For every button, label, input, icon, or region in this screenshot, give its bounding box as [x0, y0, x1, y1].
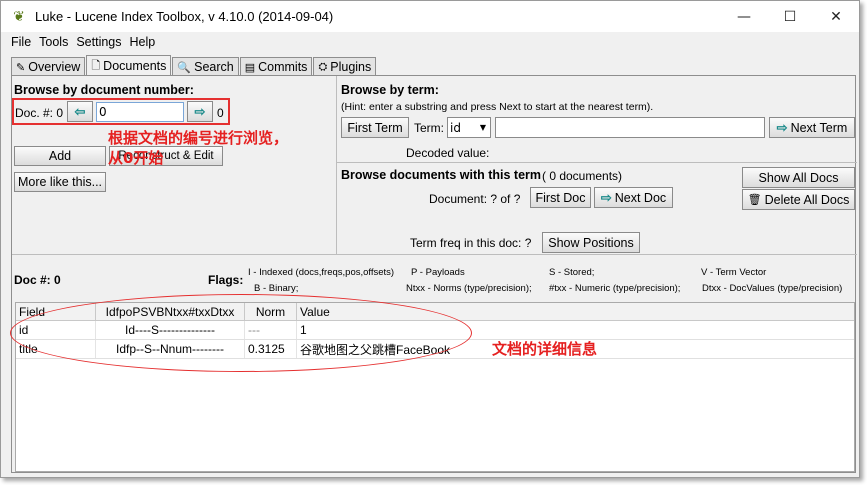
- flag-term-vector: V - Term Vector: [701, 267, 767, 278]
- pencil-icon: ✎: [16, 61, 26, 74]
- window-title: Luke - Lucene Index Toolbox, v 4.10.0 (2…: [35, 9, 334, 24]
- more-like-this-button[interactable]: More like this...: [14, 172, 106, 192]
- doc-info-number: Doc #: 0: [14, 273, 61, 287]
- next-term-button[interactable]: ⇨ Next Term: [769, 117, 855, 138]
- tab-commits[interactable]: ▤ Commits: [239, 57, 313, 76]
- luke-app-icon: ❦: [13, 8, 25, 25]
- show-positions-button[interactable]: Show Positions: [542, 232, 640, 253]
- term-freq-label: Term freq in this doc: ?: [410, 236, 532, 250]
- chevron-down-icon: ▼: [479, 123, 486, 132]
- fields-annotation: 文档的详细信息: [492, 340, 598, 358]
- tab-label: Commits: [258, 60, 308, 74]
- doc-number-input[interactable]: 0: [96, 102, 184, 122]
- term-hint: (Hint: enter a substring and press Next …: [341, 101, 654, 113]
- arrow-right-icon: ⇨: [776, 119, 788, 135]
- first-doc-button[interactable]: First Doc: [530, 187, 591, 208]
- arrow-right-icon: ⇨: [600, 189, 612, 205]
- menu-file[interactable]: File: [11, 35, 31, 49]
- flag-binary: B - Binary;: [254, 283, 299, 294]
- vertical-divider: [336, 76, 337, 254]
- flag-payloads: P - Payloads: [411, 267, 465, 278]
- term-label: Term:: [414, 121, 444, 135]
- horizontal-divider: [12, 254, 857, 255]
- plugins-icon: ⛭: [318, 60, 328, 73]
- arrow-left-icon: ⇦: [74, 103, 86, 119]
- browse-by-doc-heading: Browse by document number:: [14, 83, 194, 97]
- document-position-label: Document: ? of ?: [429, 192, 521, 206]
- term-input[interactable]: [495, 117, 765, 138]
- term-select-value: id: [450, 120, 461, 135]
- menu-bar: File Tools Settings Help: [1, 32, 859, 52]
- flag-indexed: I - Indexed (docs,freqs,pos,offsets): [248, 267, 395, 278]
- annotation-ellipse-fields: [10, 294, 472, 372]
- document-icon: 🗋: [91, 59, 101, 72]
- next-doc-label: Next Doc: [614, 190, 667, 205]
- docs-count: ( 0 documents): [542, 169, 623, 183]
- add-button[interactable]: Add: [14, 146, 106, 166]
- tab-label: Search: [194, 60, 234, 74]
- next-doc-term-button[interactable]: ⇨ Next Doc: [594, 187, 673, 208]
- browse-docs-heading: Browse documents with this term: [341, 168, 542, 182]
- menu-settings[interactable]: Settings: [76, 35, 121, 49]
- documents-panel: Browse by document number: Doc. #: 0 ⇦ 0…: [10, 75, 857, 473]
- decoded-value-label: Decoded value:: [406, 146, 490, 160]
- flag-norms: Ntxx - Norms (type/precision);: [406, 283, 532, 294]
- menu-tools[interactable]: Tools: [39, 35, 68, 49]
- minimize-button[interactable]: —: [721, 1, 767, 32]
- doc-max-label: 0: [217, 106, 224, 120]
- show-all-docs-button[interactable]: Show All Docs: [742, 167, 855, 188]
- browse-by-term-heading: Browse by term:: [341, 83, 439, 97]
- search-icon: 🔍: [177, 61, 192, 74]
- flag-stored: S - Stored;: [549, 267, 595, 278]
- flags-label: Flags:: [208, 273, 244, 287]
- tab-documents[interactable]: 🗋 Documents: [86, 55, 172, 76]
- next-term-label: Next Term: [790, 120, 848, 135]
- tab-label: Overview: [28, 60, 81, 74]
- first-term-button[interactable]: First Term: [341, 117, 409, 138]
- menu-help[interactable]: Help: [130, 35, 156, 49]
- delete-all-docs-button[interactable]: 🗑 Delete All Docs: [742, 189, 855, 210]
- tab-bar: ✎ Overview 🗋 Documents 🔍 Search ▤ Commit…: [11, 55, 377, 76]
- flag-docvalues: Dtxx - DocValues (type/precision): [702, 283, 843, 294]
- tab-search[interactable]: 🔍 Search: [172, 57, 239, 76]
- tab-overview[interactable]: ✎ Overview: [11, 57, 86, 76]
- prev-doc-button[interactable]: ⇦: [67, 101, 93, 122]
- arrow-right-icon: ⇨: [194, 103, 206, 119]
- doc-nav-annotation: 根据文档的编号进行浏览，从0开始: [108, 129, 289, 167]
- next-doc-button[interactable]: ⇨: [187, 101, 213, 122]
- app-window: ❦ Luke - Lucene Index Toolbox, v 4.10.0 …: [0, 0, 860, 478]
- delete-all-label: Delete All Docs: [764, 192, 850, 207]
- trash-icon: 🗑: [747, 194, 762, 206]
- title-bar: ❦ Luke - Lucene Index Toolbox, v 4.10.0 …: [1, 1, 859, 32]
- tab-label: Documents: [103, 59, 167, 73]
- term-docs-divider: [337, 162, 857, 163]
- doc-number-label: Doc. #: 0: [15, 106, 64, 120]
- close-button[interactable]: ✕: [813, 1, 859, 32]
- term-field-select[interactable]: id ▼: [447, 117, 491, 138]
- tab-plugins[interactable]: ⛭ Plugins: [313, 57, 377, 76]
- commits-icon: ▤: [244, 61, 256, 74]
- maximize-button[interactable]: ☐: [767, 1, 813, 32]
- tab-label: Plugins: [330, 60, 372, 74]
- flag-numeric: #txx - Numeric (type/precision);: [549, 283, 681, 294]
